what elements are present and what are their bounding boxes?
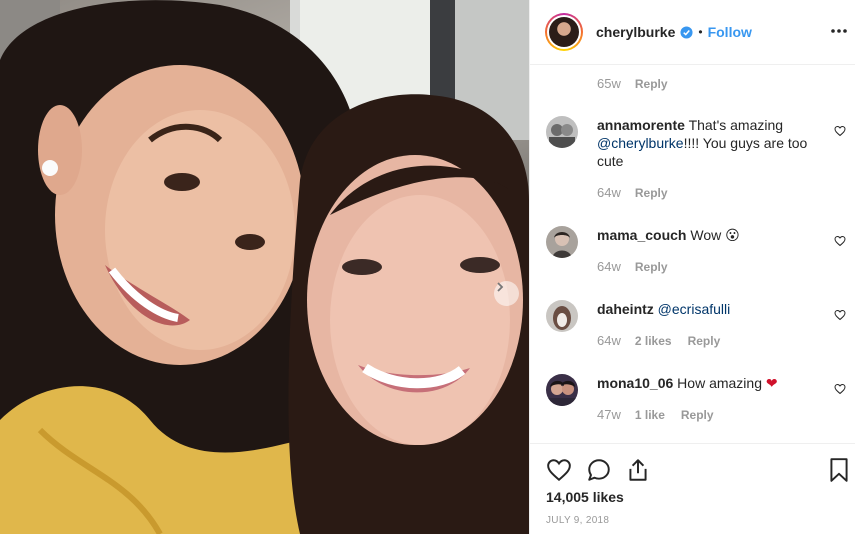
photo-illustration xyxy=(0,0,529,534)
comment-text-part: How amazing xyxy=(677,375,766,391)
heart-icon[interactable] xyxy=(546,457,572,483)
red-heart-emoji-icon: ❤ xyxy=(765,375,778,391)
comment-time[interactable]: 64w xyxy=(597,259,621,274)
commenter-avatar[interactable] xyxy=(546,300,578,332)
post-header: cherylburke • Follow xyxy=(530,0,855,65)
author-username[interactable]: cherylburke xyxy=(596,24,675,40)
mention-link[interactable]: @cherylburke xyxy=(597,135,684,151)
comment-text: annamorente That's amazing @cherylburke!… xyxy=(597,116,817,170)
comment-text: mama_couch Wow 😮 xyxy=(597,226,817,244)
comment-likes-count[interactable]: 2 likes xyxy=(635,334,672,348)
post-photo xyxy=(0,0,529,534)
follow-button[interactable]: Follow xyxy=(708,24,752,40)
heart-icon[interactable] xyxy=(834,125,846,137)
comment-text-part: Wow xyxy=(690,227,726,243)
commenter-username[interactable]: annamorente xyxy=(597,117,685,133)
reply-button[interactable]: Reply xyxy=(681,408,714,422)
comment-icon[interactable] xyxy=(586,457,612,483)
reply-button[interactable]: Reply xyxy=(688,334,721,348)
comment-text: mona10_06 How amazing ❤ xyxy=(597,374,817,392)
heart-icon[interactable] xyxy=(834,235,846,247)
commenter-username[interactable]: mama_couch xyxy=(597,227,686,243)
comment-meta: 64w 2 likes Reply xyxy=(597,333,720,348)
post-date[interactable]: JULY 9, 2018 xyxy=(546,515,609,526)
comment-time[interactable]: 65w xyxy=(597,76,621,91)
comment-time[interactable]: 47w xyxy=(597,407,621,422)
commenter-avatar[interactable] xyxy=(546,374,578,406)
reply-button[interactable]: Reply xyxy=(635,77,668,91)
more-icon[interactable] xyxy=(830,22,848,40)
separator-dot: • xyxy=(698,25,703,39)
share-icon[interactable] xyxy=(625,457,651,483)
post-side-panel: cherylburke • Follow 65w Reply annamoren… xyxy=(529,0,855,534)
comment-meta: 47w 1 like Reply xyxy=(597,407,714,422)
comment-meta: 64w Reply xyxy=(597,259,668,274)
comment-text-part: That's amazing xyxy=(688,117,784,133)
reply-button[interactable]: Reply xyxy=(635,186,668,200)
heart-icon[interactable] xyxy=(834,383,846,395)
commenter-avatar[interactable] xyxy=(546,226,578,258)
astonished-emoji-icon: 😮 xyxy=(725,227,740,243)
comment-text: daheintz @ecrisafulli xyxy=(597,300,817,318)
comment-meta: 65w Reply xyxy=(597,76,668,91)
heart-icon[interactable] xyxy=(834,309,846,321)
likes-count[interactable]: 14,005 likes xyxy=(546,489,624,505)
comment-time[interactable]: 64w xyxy=(597,333,621,348)
chevron-right-icon xyxy=(497,282,504,292)
commenter-username[interactable]: daheintz xyxy=(597,301,654,317)
verified-icon xyxy=(680,25,693,39)
carousel-next-button[interactable] xyxy=(494,281,519,306)
bookmark-icon[interactable] xyxy=(826,457,852,483)
comment-meta: 64w Reply xyxy=(597,185,668,200)
commenter-avatar[interactable] xyxy=(546,116,578,148)
commenter-username[interactable]: mona10_06 xyxy=(597,375,673,391)
comment-likes-count[interactable]: 1 like xyxy=(635,408,665,422)
mention-link[interactable]: @ecrisafulli xyxy=(658,301,731,317)
comment-time[interactable]: 64w xyxy=(597,185,621,200)
author-avatar[interactable] xyxy=(545,13,583,51)
reply-button[interactable]: Reply xyxy=(635,260,668,274)
